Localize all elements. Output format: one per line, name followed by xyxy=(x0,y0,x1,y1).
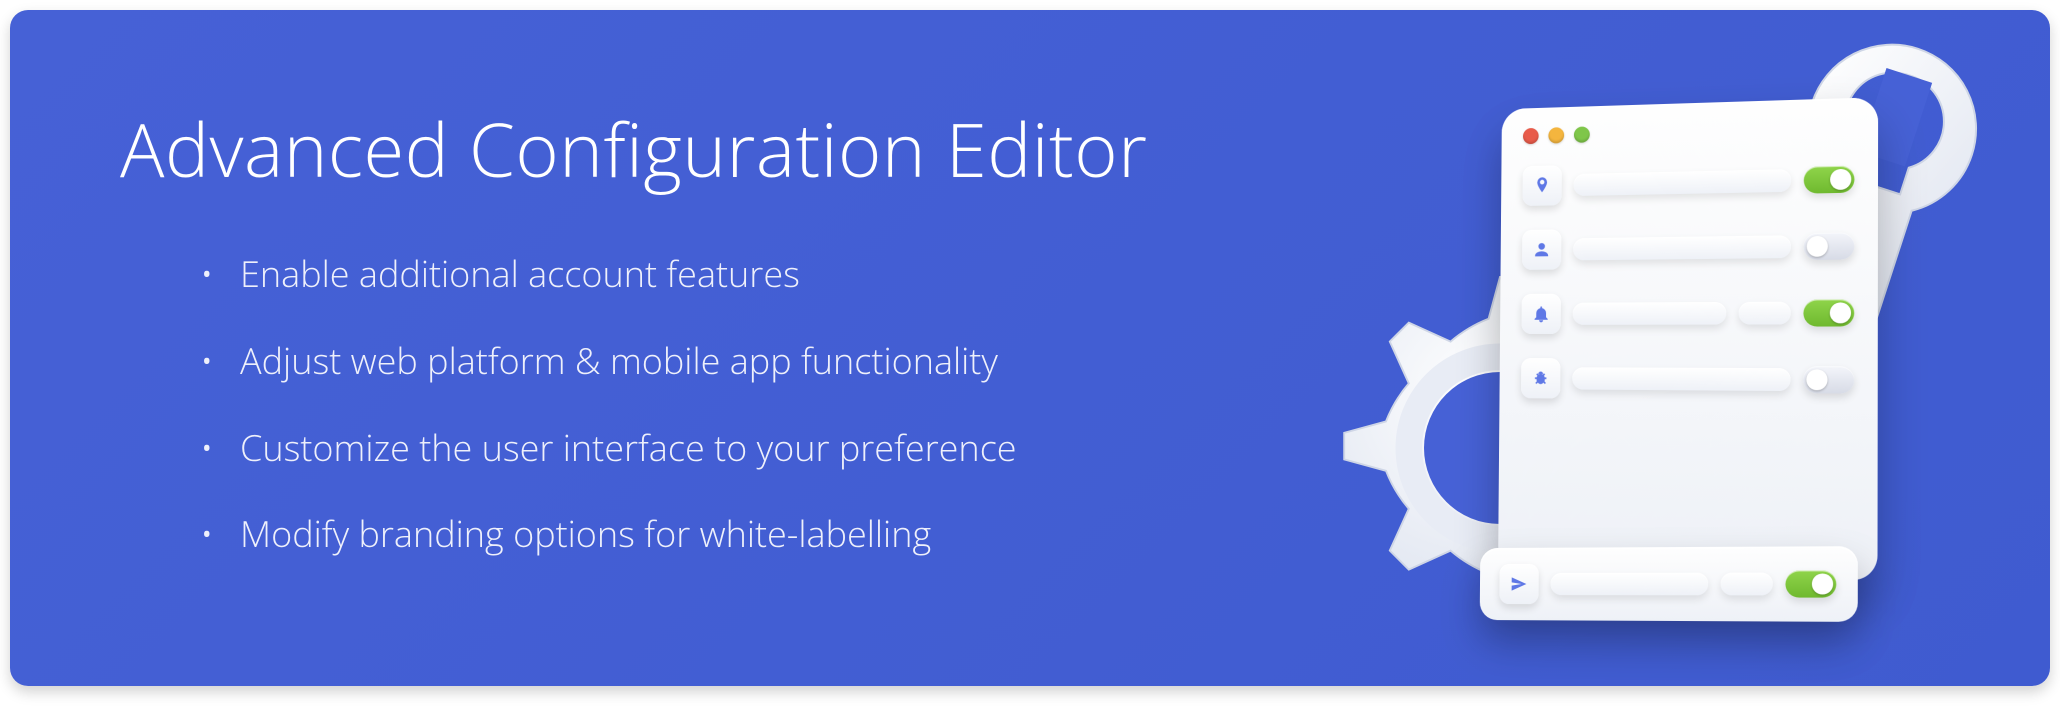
settings-panel-illustration xyxy=(1498,97,1878,581)
gear-icon xyxy=(1310,258,1690,638)
wrench-icon xyxy=(1720,38,1980,478)
text-column: Advanced Configuration Editor Enable add… xyxy=(120,98,1147,598)
feature-banner: Advanced Configuration Editor Enable add… xyxy=(10,10,2050,686)
feature-item: Adjust web platform & mobile app functio… xyxy=(200,338,1147,385)
feature-item: Enable additional account features xyxy=(200,251,1147,298)
maximize-dot-icon xyxy=(1574,126,1590,142)
feature-item: Customize the user interface to your pre… xyxy=(200,425,1147,472)
banner-title: Advanced Configuration Editor xyxy=(120,98,1147,199)
map-pin-icon xyxy=(1522,165,1561,206)
setting-row xyxy=(1522,158,1854,206)
feature-item: Modify branding options for white-labell… xyxy=(200,511,1147,558)
placeholder-bar xyxy=(1550,573,1708,596)
toggle-on-icon xyxy=(1804,166,1855,194)
feature-list: Enable additional account features Adjus… xyxy=(120,251,1147,558)
illustration xyxy=(1380,68,1940,628)
user-icon xyxy=(1522,229,1561,270)
placeholder-bar xyxy=(1574,169,1792,196)
bell-icon xyxy=(1521,294,1561,334)
toggle-off-icon xyxy=(1804,232,1855,260)
placeholder-bar xyxy=(1572,367,1790,391)
toggle-on-icon xyxy=(1803,299,1854,326)
minimize-dot-icon xyxy=(1548,127,1564,143)
window-controls xyxy=(1523,119,1855,145)
close-dot-icon xyxy=(1523,128,1539,144)
setting-row xyxy=(1522,225,1854,270)
setting-row xyxy=(1521,292,1854,334)
bug-icon xyxy=(1521,358,1561,398)
placeholder-bar xyxy=(1573,302,1727,325)
setting-row xyxy=(1521,358,1854,401)
placeholder-bar xyxy=(1573,235,1791,260)
send-icon xyxy=(1499,564,1539,604)
placeholder-bar xyxy=(1739,302,1791,325)
placeholder-bar xyxy=(1721,573,1773,596)
toggle-off-icon xyxy=(1803,366,1854,393)
toggle-on-icon xyxy=(1785,570,1836,597)
floating-setting-row xyxy=(1480,546,1858,622)
